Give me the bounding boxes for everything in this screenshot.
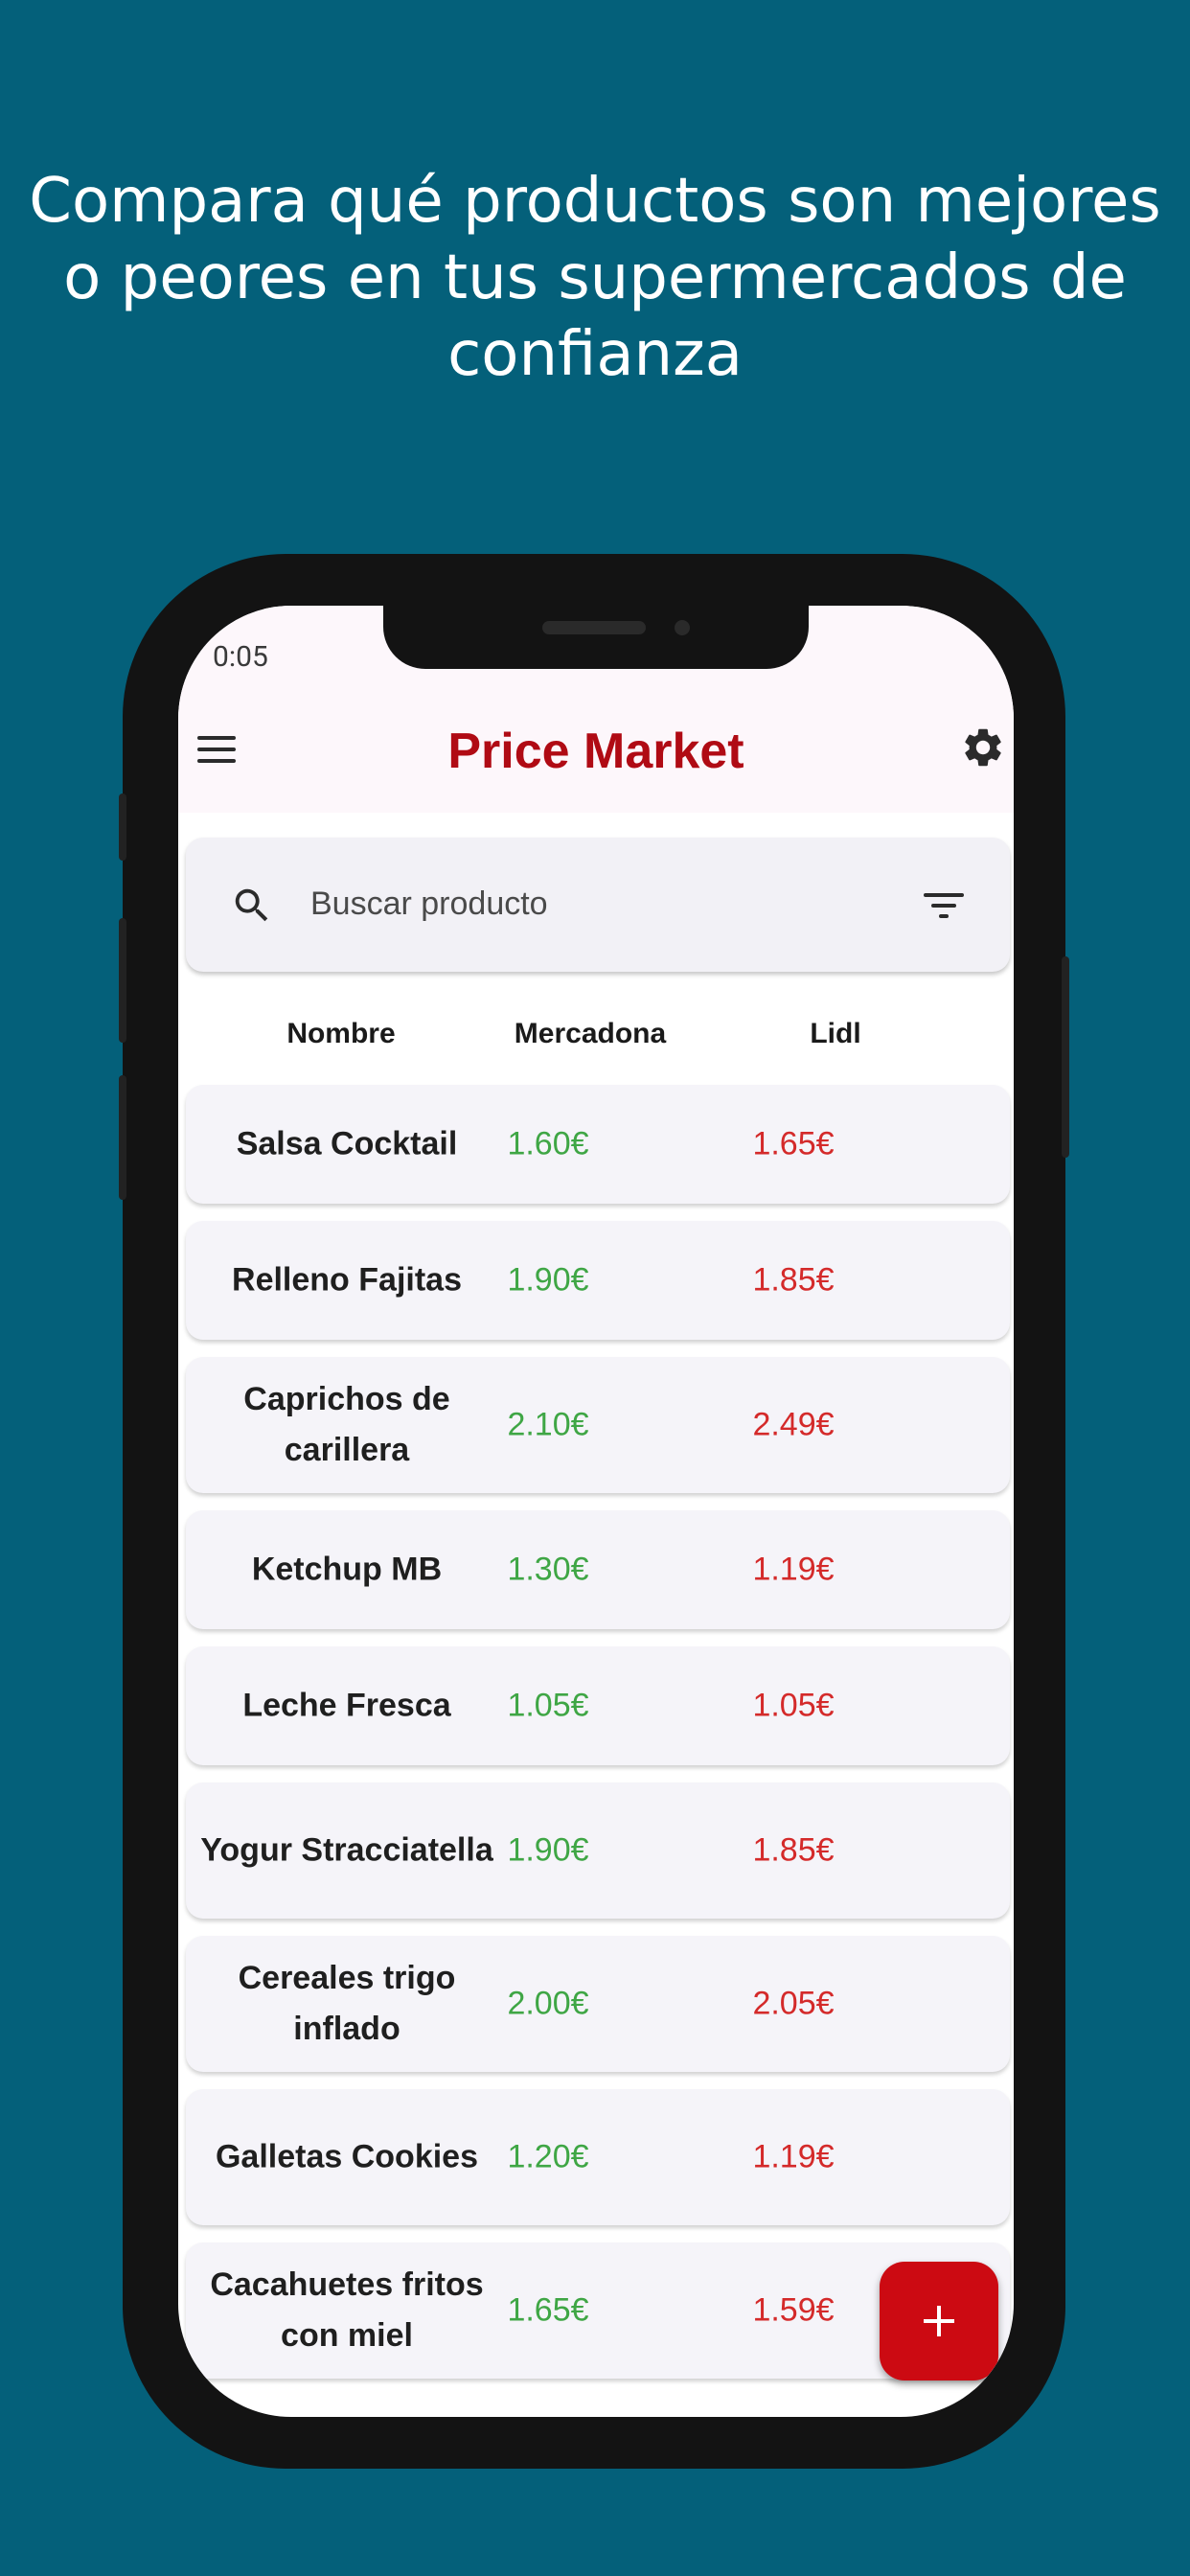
phone-side-button bbox=[119, 794, 126, 861]
column-header-mercadona: Mercadona bbox=[514, 1018, 667, 1049]
price-lidl: 2.49€ bbox=[752, 1406, 835, 1443]
product-row[interactable]: Ketchup MB 1.30€ 1.19€ bbox=[186, 1510, 1010, 1629]
front-camera bbox=[675, 620, 690, 635]
phone-side-button bbox=[119, 918, 126, 1043]
price-mercadona: 1.20€ bbox=[507, 2138, 589, 2175]
phone-side-button bbox=[1062, 956, 1069, 1158]
product-row[interactable]: Leche Fresca 1.05€ 1.05€ bbox=[186, 1646, 1010, 1765]
price-lidl: 1.19€ bbox=[752, 2138, 835, 2175]
status-time: 0:05 bbox=[213, 640, 268, 674]
speaker-grille bbox=[542, 621, 646, 634]
product-row[interactable]: Yogur Stracciatella 1.90€ 1.85€ bbox=[186, 1782, 1010, 1919]
phone-side-button bbox=[119, 1075, 126, 1200]
product-row[interactable]: Salsa Cocktail 1.60€ 1.65€ bbox=[186, 1085, 1010, 1204]
gear-icon[interactable] bbox=[960, 724, 1006, 770]
product-row[interactable]: Relleno Fajitas 1.90€ 1.85€ bbox=[186, 1221, 1010, 1340]
price-mercadona: 1.30€ bbox=[507, 1551, 589, 1588]
price-lidl: 1.05€ bbox=[752, 1687, 835, 1724]
product-row[interactable]: Cereales trigo inflado 2.00€ 2.05€ bbox=[186, 1936, 1010, 2072]
price-lidl: 1.19€ bbox=[752, 1551, 835, 1588]
filter-icon[interactable] bbox=[922, 889, 966, 922]
price-lidl: 1.59€ bbox=[752, 2291, 835, 2329]
product-row[interactable]: Galletas Cookies 1.20€ 1.19€ bbox=[186, 2089, 1010, 2225]
price-mercadona: 1.90€ bbox=[507, 1831, 589, 1869]
price-mercadona: 1.60€ bbox=[507, 1125, 589, 1162]
price-mercadona: 2.00€ bbox=[507, 1985, 589, 2022]
phone-notch bbox=[383, 606, 809, 669]
app-screen: 0:05 Price Market Buscar producto Nombre… bbox=[178, 606, 1014, 2417]
search-bar[interactable]: Buscar producto bbox=[186, 838, 1010, 972]
search-icon[interactable] bbox=[230, 884, 274, 928]
price-lidl: 1.65€ bbox=[752, 1125, 835, 1162]
price-mercadona: 2.10€ bbox=[507, 1406, 589, 1443]
price-mercadona: 1.65€ bbox=[507, 2291, 589, 2329]
product-row[interactable]: Caprichos de carillera 2.10€ 2.49€ bbox=[186, 1357, 1010, 1493]
add-product-button[interactable] bbox=[880, 2262, 998, 2380]
price-lidl: 1.85€ bbox=[752, 1261, 835, 1299]
marketing-headline: Compara qué productos son mejores o peor… bbox=[29, 166, 1161, 390]
plus-icon bbox=[937, 2306, 941, 2336]
price-lidl: 2.05€ bbox=[752, 1985, 835, 2022]
price-mercadona: 1.05€ bbox=[507, 1687, 589, 1724]
app-title: Price Market bbox=[447, 724, 744, 779]
search-input[interactable]: Buscar producto bbox=[310, 886, 548, 923]
price-lidl: 1.85€ bbox=[752, 1831, 835, 1869]
price-mercadona: 1.90€ bbox=[507, 1261, 589, 1299]
column-header-name: Nombre bbox=[286, 1018, 396, 1049]
column-header-lidl: Lidl bbox=[810, 1018, 861, 1049]
